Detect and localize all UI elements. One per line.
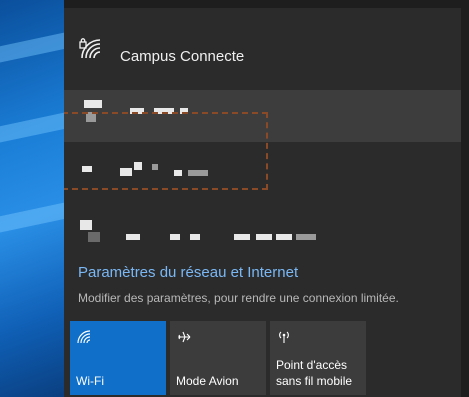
- redacted-text: [276, 234, 292, 240]
- redacted-icon: [88, 232, 100, 242]
- redacted-text: [296, 234, 316, 240]
- redacted-text: [126, 234, 140, 240]
- redacted-text: [174, 170, 182, 176]
- redacted-icon: [84, 100, 102, 108]
- network-settings-description: Modifier des paramètres, pour rendre une…: [78, 291, 399, 305]
- network-list-item[interactable]: [64, 148, 461, 192]
- redacted-text: [256, 234, 272, 240]
- wifi-tile-label: Wi-Fi: [76, 374, 104, 388]
- redacted-text: [188, 170, 208, 176]
- redacted-icon: [82, 166, 92, 172]
- redacted-icon: [80, 220, 92, 230]
- wifi-secured-icon: [79, 38, 101, 59]
- network-name: Campus Connecte: [120, 48, 245, 65]
- redacted-text: [170, 234, 180, 240]
- network-flyout: Campus Connecte Paramètres du réseau et …: [64, 8, 461, 397]
- wifi-icon: [77, 330, 91, 344]
- wallpaper-streak: [0, 195, 64, 241]
- airplane-mode-tile[interactable]: Mode Avion: [170, 321, 266, 395]
- wallpaper-streak: [0, 105, 64, 151]
- airplane-icon: [178, 331, 191, 343]
- connected-network-item[interactable]: Campus Connecte: [64, 20, 461, 80]
- network-list-item[interactable]: [64, 208, 461, 254]
- redacted-text: [152, 164, 158, 170]
- redacted-text: [134, 162, 142, 170]
- redacted-text: [190, 234, 200, 240]
- network-settings-link[interactable]: Paramètres du réseau et Internet: [78, 264, 298, 281]
- airplane-tile-label: Mode Avion: [176, 374, 239, 388]
- wifi-toggle-tile[interactable]: Wi-Fi: [70, 321, 166, 395]
- hotspot-tile-label: Point d'accès sans fil mobile: [276, 357, 366, 389]
- redacted-text: [120, 168, 132, 176]
- hotspot-label-line2: sans fil mobile: [276, 374, 353, 388]
- desktop-wallpaper: [0, 0, 64, 397]
- wallpaper-streak: [0, 25, 64, 71]
- hotspot-icon: [279, 331, 289, 343]
- mobile-hotspot-tile[interactable]: Point d'accès sans fil mobile: [270, 321, 366, 395]
- hotspot-label-line1: Point d'accès: [276, 358, 347, 372]
- redacted-text: [234, 234, 250, 240]
